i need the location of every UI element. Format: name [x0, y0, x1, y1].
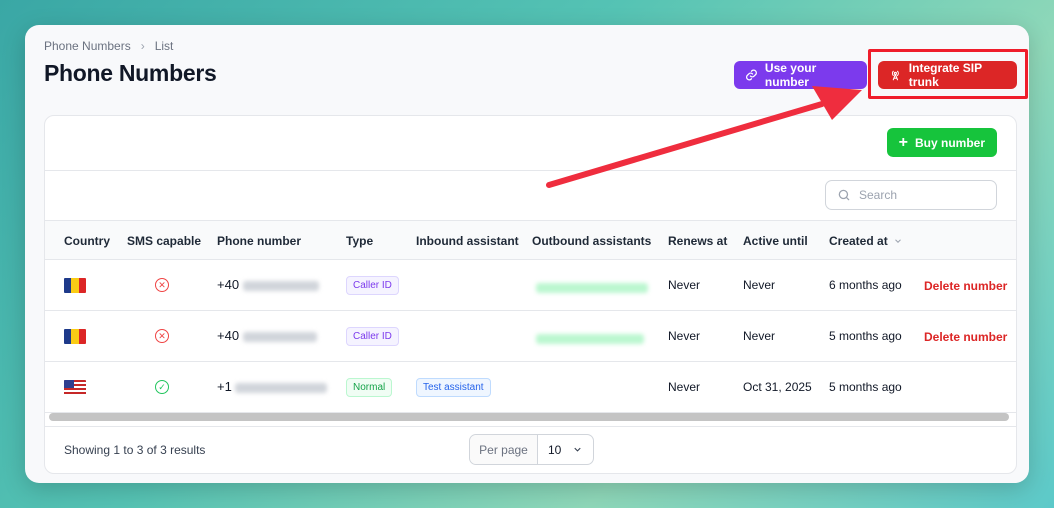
- buy-number-label: Buy number: [914, 135, 985, 150]
- check-circle-icon: ✓: [155, 380, 169, 394]
- plus-icon: +: [898, 133, 908, 151]
- redacted-assistant: [536, 333, 644, 344]
- romania-flag-icon: [64, 278, 86, 293]
- phone-numbers-card: + Buy number Search Country SMS capable …: [44, 115, 1017, 474]
- created-at-cell: 5 months ago: [829, 380, 902, 394]
- delete-number-button[interactable]: Delete number: [924, 330, 1007, 344]
- created-at-cell: 5 months ago: [829, 329, 902, 343]
- delete-number-button[interactable]: Delete number: [924, 279, 1007, 293]
- renews-at-cell: Never: [668, 329, 701, 343]
- table-row: ✓ +1 Normal Test assistant Never Oct 31,…: [45, 362, 1016, 413]
- page-title: Phone Numbers: [44, 60, 217, 86]
- active-until-cell: Oct 31, 2025: [743, 380, 812, 394]
- search-placeholder: Search: [859, 188, 898, 202]
- renews-at-cell: Never: [668, 380, 701, 394]
- col-country: Country: [64, 234, 110, 248]
- table-header: Country SMS capable Phone number Type In…: [45, 220, 1016, 260]
- buy-number-button[interactable]: + Buy number: [886, 128, 997, 157]
- use-your-number-button[interactable]: Use your number: [734, 61, 867, 89]
- chevron-down-icon: [574, 447, 581, 452]
- created-at-cell: 6 months ago: [829, 278, 902, 292]
- app-window: Phone Numbers › List Phone Numbers Use y…: [25, 25, 1029, 483]
- type-badge: Normal: [346, 378, 393, 397]
- col-inbound-assistant: Inbound assistant: [416, 234, 519, 248]
- outbound-assistant-cell: [536, 280, 648, 294]
- table-row: ✕ +40 Caller ID Never Never 5 months ago…: [45, 311, 1016, 362]
- col-created-at[interactable]: Created at: [829, 234, 903, 248]
- col-sms-capable: SMS capable: [127, 234, 202, 248]
- search-input[interactable]: Search: [825, 180, 997, 210]
- phone-number-cell: +40: [217, 328, 317, 343]
- phone-prefix: +1: [217, 379, 232, 394]
- redacted-assistant: [536, 282, 648, 293]
- breadcrumb-root[interactable]: Phone Numbers: [44, 39, 131, 53]
- type-badge: Caller ID: [346, 327, 399, 346]
- redacted-number: [242, 331, 317, 342]
- redacted-number: [235, 382, 328, 393]
- col-active-until: Active until: [743, 234, 808, 248]
- x-circle-icon: ✕: [155, 329, 169, 343]
- inbound-assistant-badge[interactable]: Test assistant: [416, 378, 491, 397]
- breadcrumb: Phone Numbers › List: [44, 39, 173, 53]
- col-created-at-label: Created at: [829, 234, 888, 248]
- active-until-cell: Never: [743, 278, 776, 292]
- outbound-assistant-cell: [536, 331, 644, 345]
- use-your-number-label: Use your number: [764, 61, 817, 89]
- active-until-cell: Never: [743, 329, 776, 343]
- chevron-down-icon: [894, 239, 901, 243]
- phone-number-cell: +40: [217, 277, 319, 292]
- chevron-right-icon: ›: [140, 39, 145, 53]
- redacted-number: [242, 280, 319, 291]
- divider: [45, 426, 1016, 427]
- phone-prefix: +40: [217, 277, 240, 292]
- phone-prefix: +40: [217, 328, 240, 343]
- results-summary: Showing 1 to 3 of 3 results: [64, 443, 206, 457]
- divider: [45, 170, 1016, 171]
- per-page-label: Per page: [470, 435, 538, 464]
- per-page-value-text: 10: [548, 442, 562, 457]
- table-row: ✕ +40 Caller ID Never Never 6 months ago…: [45, 260, 1016, 311]
- romania-flag-icon: [64, 329, 86, 344]
- col-type: Type: [346, 234, 374, 248]
- search-icon: [838, 189, 850, 201]
- link-icon: [746, 69, 757, 81]
- col-phone-number: Phone number: [217, 234, 302, 248]
- per-page-value[interactable]: 10: [538, 443, 593, 457]
- breadcrumb-current: List: [154, 39, 174, 53]
- phone-number-cell: +1: [217, 379, 328, 394]
- col-renews-at: Renews at: [668, 234, 728, 248]
- col-outbound-assistants: Outbound assistants: [532, 234, 652, 248]
- horizontal-scrollbar[interactable]: [49, 413, 1009, 421]
- highlight-box: [868, 49, 1028, 99]
- per-page-select[interactable]: Per page 10: [469, 434, 594, 465]
- renews-at-cell: Never: [668, 278, 701, 292]
- x-circle-icon: ✕: [155, 278, 169, 292]
- type-badge: Caller ID: [346, 276, 399, 295]
- us-flag-icon: [64, 380, 86, 395]
